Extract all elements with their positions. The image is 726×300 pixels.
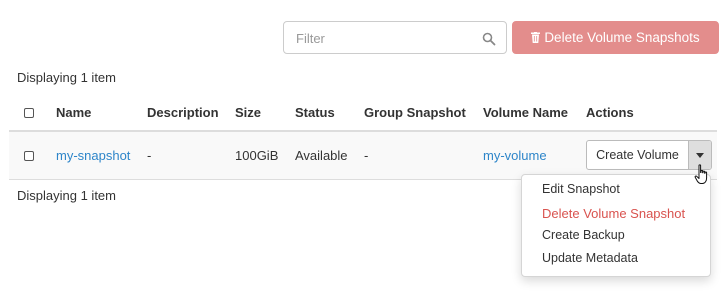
create-volume-button[interactable]: Create Volume — [587, 141, 688, 169]
trash-icon — [531, 32, 541, 43]
snapshot-name-link[interactable]: my-snapshot — [56, 148, 130, 163]
row-checkbox[interactable] — [24, 151, 34, 161]
snapshot-description: - — [147, 148, 152, 163]
column-header-description[interactable]: Description — [147, 105, 219, 120]
column-header-size[interactable]: Size — [235, 105, 261, 120]
caret-down-icon — [696, 152, 704, 158]
search-icon — [482, 32, 496, 46]
menu-item-create-backup[interactable]: Create Backup — [542, 228, 625, 242]
select-all-checkbox[interactable] — [24, 108, 34, 118]
column-header-volume-name[interactable]: Volume Name — [483, 105, 568, 120]
item-count-bottom: Displaying 1 item — [17, 188, 116, 203]
column-header-status[interactable]: Status — [295, 105, 335, 120]
snapshot-size: 100GiB — [235, 148, 279, 163]
hand-pointer-icon — [694, 164, 708, 184]
menu-item-edit-snapshot[interactable]: Edit Snapshot — [542, 182, 620, 196]
volume-name-link[interactable]: my-volume — [483, 148, 547, 163]
delete-volume-snapshots-button[interactable]: Delete Volume Snapshots — [512, 21, 719, 54]
item-count-top: Displaying 1 item — [17, 70, 116, 85]
menu-item-delete-volume-snapshot[interactable]: Delete Volume Snapshot — [542, 206, 685, 221]
column-header-actions: Actions — [586, 105, 634, 120]
row-actions-menu: Edit Snapshot Delete Volume Snapshot Cre… — [521, 174, 711, 277]
column-header-group-snapshot[interactable]: Group Snapshot — [364, 105, 466, 120]
menu-item-update-metadata[interactable]: Update Metadata — [542, 251, 638, 265]
filter-input[interactable] — [296, 29, 476, 47]
snapshot-status: Available — [295, 148, 348, 163]
snapshot-group-snapshot: - — [364, 148, 369, 163]
filter-field[interactable] — [283, 21, 507, 54]
delete-button-label: Delete Volume Snapshots — [544, 30, 700, 45]
column-header-name[interactable]: Name — [56, 105, 91, 120]
